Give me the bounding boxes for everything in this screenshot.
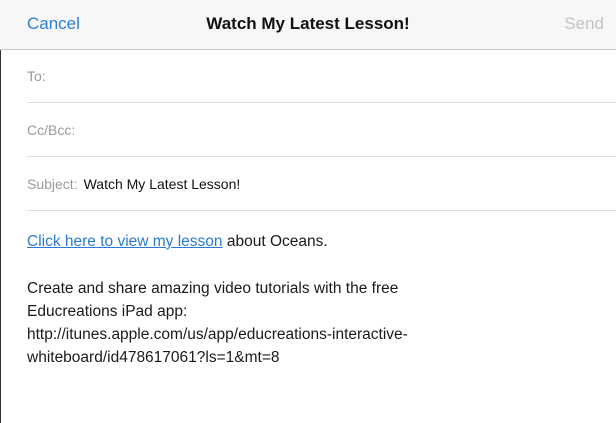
cc-bcc-field[interactable]: Cc/Bcc:	[27, 104, 616, 157]
cc-bcc-label: Cc/Bcc:	[27, 122, 76, 138]
to-field[interactable]: To:	[27, 50, 616, 103]
lesson-topic-text: about Oceans.	[222, 233, 328, 250]
promo-url-line: http://itunes.apple.com/us/app/educreati…	[27, 326, 408, 343]
lesson-line: Click here to view my lesson about Ocean…	[27, 230, 597, 253]
subject-input[interactable]: Watch My Latest Lesson!	[84, 176, 241, 192]
subject-label: Subject:	[27, 176, 78, 192]
compose-title: Watch My Latest Lesson!	[206, 14, 410, 33]
to-label: To:	[27, 68, 46, 84]
lesson-link[interactable]: Click here to view my lesson	[27, 233, 223, 250]
subject-field[interactable]: Subject: Watch My Latest Lesson!	[27, 158, 616, 211]
app-promo-paragraph: Create and share amazing video tutorials…	[27, 277, 597, 369]
promo-url-line: whiteboard/id478617061?ls=1&mt=8	[27, 349, 280, 366]
promo-line: Educreations iPad app:	[27, 303, 188, 320]
promo-line: Create and share amazing video tutorials…	[27, 280, 399, 297]
left-edge-divider	[0, 0, 1, 423]
compose-email-screen: Cancel Watch My Latest Lesson! Send To: …	[0, 0, 616, 423]
send-button[interactable]: Send	[564, 14, 604, 34]
navigation-bar: Cancel Watch My Latest Lesson! Send	[0, 0, 616, 50]
message-body[interactable]: Click here to view my lesson about Ocean…	[27, 230, 597, 369]
